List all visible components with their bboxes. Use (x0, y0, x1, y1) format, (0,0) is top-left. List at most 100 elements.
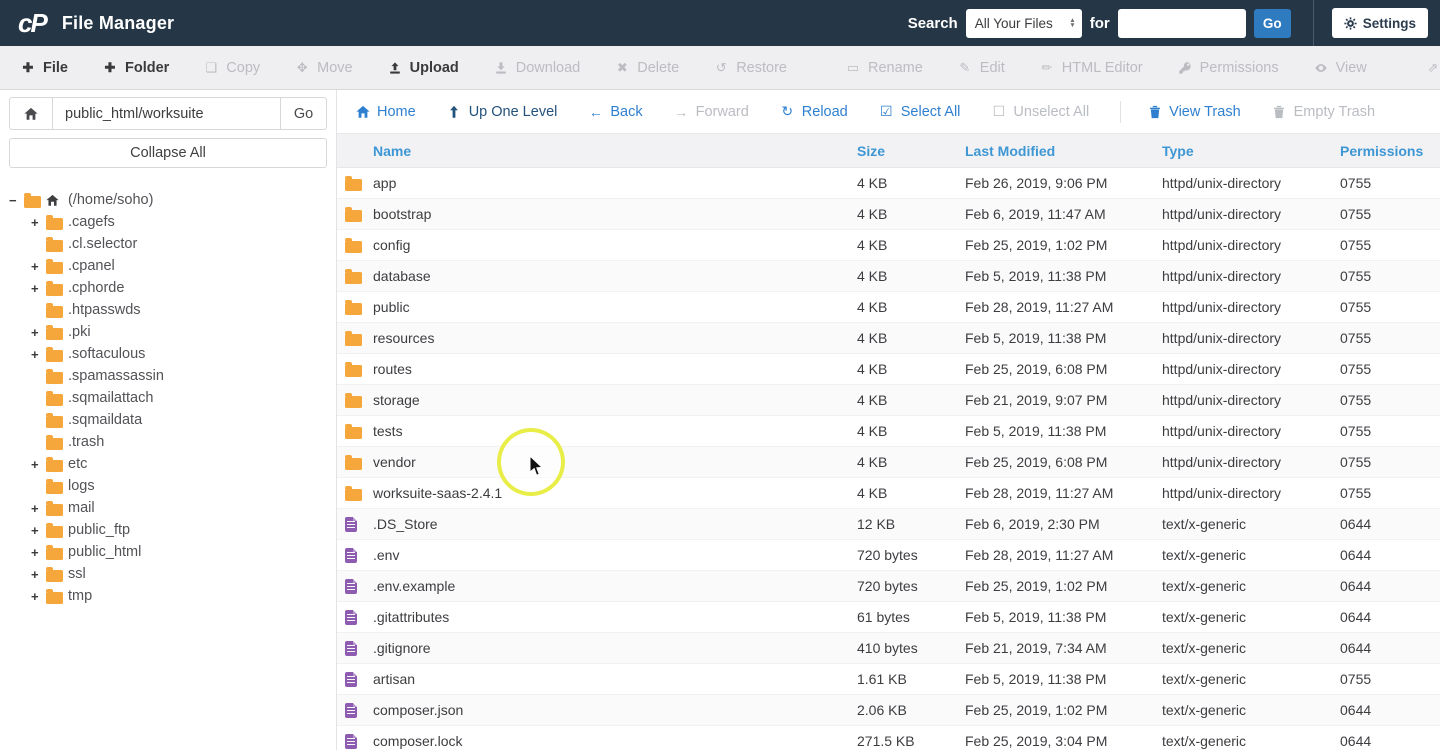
tree-item-cpanel[interactable]: +.cpanel (9, 255, 327, 277)
tree-item-cl-selector[interactable]: .cl.selector (9, 233, 327, 255)
folder-icon (345, 427, 362, 439)
table-row-gitattributes[interactable]: .gitattributes61 bytesFeb 5, 2019, 11:38… (337, 602, 1440, 633)
file-name: routes (373, 361, 857, 377)
table-row-gitignore[interactable]: .gitignore410 bytesFeb 21, 2019, 7:34 AM… (337, 633, 1440, 664)
table-row-env[interactable]: .env720 bytesFeb 28, 2019, 11:27 AMtext/… (337, 540, 1440, 571)
tree-item-sqmaildata[interactable]: .sqmaildata (9, 409, 327, 431)
table-row-resources[interactable]: resources4 KBFeb 5, 2019, 11:38 PMhttpd/… (337, 323, 1440, 354)
file-name: vendor (373, 454, 857, 470)
view-icon (1313, 61, 1329, 75)
table-row-tests[interactable]: tests4 KBFeb 5, 2019, 11:38 PMhttpd/unix… (337, 416, 1440, 447)
search-scope-select[interactable]: All Your Files ▲▼ (966, 9, 1082, 38)
table-row-composer-lock[interactable]: composer.lock271.5 KBFeb 25, 2019, 3:04 … (337, 726, 1440, 750)
file-size: 4 KB (857, 361, 965, 377)
tree-item-label: .cphorde (68, 280, 124, 296)
file-permissions: 0755 (1340, 206, 1440, 222)
toolbar-item-file[interactable]: ✚File (20, 60, 68, 76)
column-header-type[interactable]: Type (1162, 143, 1340, 159)
expand-icon[interactable]: + (31, 281, 45, 296)
table-row-app[interactable]: app4 KBFeb 26, 2019, 9:06 PMhttpd/unix-d… (337, 168, 1440, 199)
sidebar-home-button[interactable] (9, 97, 53, 130)
table-row-artisan[interactable]: artisan1.61 KBFeb 5, 2019, 11:38 PMtext/… (337, 664, 1440, 695)
tree-item-public-html[interactable]: +public_html (9, 541, 327, 563)
tree-item-sqmailattach[interactable]: .sqmailattach (9, 387, 327, 409)
tree-item-etc[interactable]: +etc (9, 453, 327, 475)
table-row-routes[interactable]: routes4 KBFeb 25, 2019, 6:08 PMhttpd/uni… (337, 354, 1440, 385)
folder-icon (345, 303, 362, 315)
nav-item-back[interactable]: ←Back (588, 104, 642, 120)
expand-icon[interactable]: + (31, 589, 45, 604)
tree-item-cphorde[interactable]: + .cphorde (9, 277, 327, 299)
tree-item-softaculous[interactable]: +.softaculous (9, 343, 327, 365)
file-size: 2.06 KB (857, 702, 965, 718)
expand-icon[interactable]: + (31, 259, 45, 274)
table-row-worksuite-saas-2-4-1[interactable]: worksuite-saas-2.4.14 KBFeb 28, 2019, 11… (337, 478, 1440, 509)
tree-item-public-ftp[interactable]: +public_ftp (9, 519, 327, 541)
nav-item-view-trash[interactable]: View Trash (1147, 104, 1240, 120)
table-row-vendor[interactable]: vendor4 KBFeb 25, 2019, 6:08 PMhttpd/uni… (337, 447, 1440, 478)
file-name: composer.lock (373, 733, 857, 749)
nav-item-reload[interactable]: ↻Reload (780, 103, 848, 120)
tree-item-htpasswds[interactable]: .htpasswds (9, 299, 327, 321)
file-type: text/x-generic (1162, 609, 1340, 625)
tree-item-cagefs[interactable]: +.cagefs (9, 211, 327, 233)
table-row-bootstrap[interactable]: bootstrap4 KBFeb 6, 2019, 11:47 AMhttpd/… (337, 199, 1440, 230)
download-icon (493, 61, 509, 75)
tree-item-spamassassin[interactable]: .spamassassin (9, 365, 327, 387)
expand-icon[interactable]: + (31, 501, 45, 516)
table-row-config[interactable]: config4 KBFeb 25, 2019, 1:02 PMhttpd/uni… (337, 230, 1440, 261)
move-icon: ✥ (294, 60, 310, 76)
file-type: httpd/unix-directory (1162, 237, 1340, 253)
file-icon (345, 610, 357, 625)
path-go-button[interactable]: Go (281, 97, 327, 130)
expand-icon[interactable]: + (31, 347, 45, 362)
expand-icon[interactable]: + (31, 523, 45, 538)
folder-icon (345, 365, 362, 377)
expand-icon[interactable]: + (31, 457, 45, 472)
nav-item-select-all[interactable]: ☑Select All (879, 103, 961, 120)
cpanel-logo: cP (18, 8, 46, 39)
file-icon (345, 672, 357, 687)
path-input[interactable] (53, 97, 281, 130)
table-row-env-example[interactable]: .env.example720 bytesFeb 25, 2019, 1:02 … (337, 571, 1440, 602)
file-last-modified: Feb 6, 2019, 2:30 PM (965, 516, 1162, 532)
collapse-icon[interactable]: − (9, 193, 23, 208)
tree-item-logs[interactable]: logs (9, 475, 327, 497)
search-go-button[interactable]: Go (1254, 9, 1291, 38)
column-header-size[interactable]: Size (857, 143, 965, 159)
search-input[interactable] (1118, 9, 1246, 38)
nav-item-home[interactable]: Home (355, 104, 416, 120)
expand-icon[interactable]: + (31, 567, 45, 582)
nav-item-up-one-level[interactable]: Up One Level (447, 104, 558, 120)
expand-icon[interactable]: + (31, 545, 45, 560)
tree-item-pki[interactable]: +.pki (9, 321, 327, 343)
table-row-public[interactable]: public4 KBFeb 28, 2019, 11:27 AMhttpd/un… (337, 292, 1440, 323)
toolbar-item-permissions: Permissions (1177, 60, 1279, 76)
tree-item-home-soho[interactable]: −(/home/soho) (9, 189, 327, 211)
toolbar-item-rename: ▭Rename (845, 60, 923, 76)
expand-icon[interactable]: + (31, 325, 45, 340)
tree-item-trash[interactable]: .trash (9, 431, 327, 453)
table-row-storage[interactable]: storage4 KBFeb 21, 2019, 9:07 PMhttpd/un… (337, 385, 1440, 416)
expand-icon[interactable]: + (31, 215, 45, 230)
tree-item-tmp[interactable]: + tmp (9, 585, 327, 607)
column-header-last-modified[interactable]: Last Modified (965, 143, 1162, 159)
table-row-ds-store[interactable]: .DS_Store12 KBFeb 6, 2019, 2:30 PMtext/x… (337, 509, 1440, 540)
settings-button[interactable]: Settings (1332, 8, 1428, 38)
tree-item-ssl[interactable]: +ssl (9, 563, 327, 585)
file-last-modified: Feb 5, 2019, 11:38 PM (965, 609, 1162, 625)
table-row-database[interactable]: database4 KBFeb 5, 2019, 11:38 PMhttpd/u… (337, 261, 1440, 292)
toolbar-item-upload[interactable]: Upload (387, 60, 459, 76)
file-permissions: 0755 (1340, 671, 1440, 687)
plus-icon: ✚ (102, 60, 118, 76)
toolbar-item-folder[interactable]: ✚Folder (102, 60, 169, 76)
column-header-permissions[interactable]: Permissions (1340, 143, 1440, 159)
path-row: Go (9, 97, 327, 130)
file-type: httpd/unix-directory (1162, 268, 1340, 284)
table-row-composer-json[interactable]: composer.json2.06 KBFeb 25, 2019, 1:02 P… (337, 695, 1440, 726)
file-size: 4 KB (857, 485, 965, 501)
tree-item-mail[interactable]: +mail (9, 497, 327, 519)
tree-item-label: tmp (68, 588, 92, 604)
collapse-all-button[interactable]: Collapse All (9, 138, 327, 168)
column-header-name[interactable]: Name (373, 143, 857, 159)
